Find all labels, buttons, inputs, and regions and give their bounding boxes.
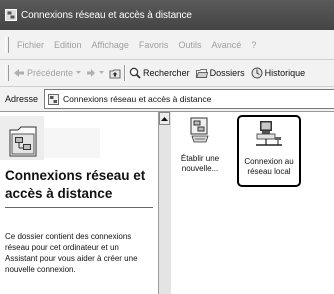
menu-help[interactable]: ? [251,40,256,50]
network-folder-icon [48,93,59,105]
back-label: Précédente [27,68,74,78]
forward-dropdown-icon [99,71,105,74]
history-label: Historique [264,68,306,78]
item-local-area-connection-label: Connexion au réseau local [244,157,294,176]
network-folder-banner-icon [0,116,100,160]
lan-connection-icon [256,121,282,146]
forward-arrow-icon [87,69,96,77]
folders-button[interactable]: Dossiers [195,68,245,79]
folders-label: Dossiers [209,68,245,78]
back-arrow-icon [14,69,24,77]
toolbar: Précédente Rechercher Dossiers Historiqu… [0,60,334,87]
address-input[interactable]: Connexions réseau et accès à distance [44,89,334,109]
toolbar-grip[interactable] [5,65,9,81]
folders-icon [195,68,208,78]
menu-bar: Fichier Edition Affichage Favoris Outils… [0,31,334,60]
address-bar: Adresse Connexions réseau et accès à dis… [0,87,334,112]
title-divider [5,207,153,208]
menu-favoris[interactable]: Favoris [139,40,169,50]
search-label: Rechercher [143,68,190,78]
item-local-area-connection[interactable]: Connexion au réseau local [237,115,301,187]
file-view: Établir une nouvelle... Connexion au rés… [171,112,334,294]
search-icon [129,67,141,79]
back-button[interactable]: Précédente [13,68,82,78]
menu-edition[interactable]: Edition [54,40,82,50]
page-title: Connexions réseau et accès à distance [5,168,146,201]
address-label: Adresse [5,94,39,104]
folder-description: Ce dossier contient des connexions résea… [5,232,138,274]
vertical-scrollbar[interactable] [158,112,171,294]
forward-button[interactable] [86,68,105,78]
menu-outils[interactable]: Outils [178,40,201,50]
search-button[interactable]: Rechercher [129,67,190,79]
new-connection-wizard-icon [190,117,209,143]
item-new-connection-label: Établir une nouvelle... [180,154,220,173]
menubar-grip[interactable] [5,37,9,53]
back-dropdown-icon [76,71,82,74]
window-title: Connexions réseau et accès à distance [21,9,192,21]
title-bar: Connexions réseau et accès à distance [0,0,334,30]
scroll-up-arrow-icon [161,116,168,121]
history-icon [251,67,263,79]
menu-affichage[interactable]: Affichage [92,40,129,50]
network-folder-icon [5,9,17,21]
up-folder-icon [109,69,121,78]
toolbar-separator [124,65,127,81]
menu-fichier[interactable]: Fichier [17,40,44,50]
info-pane: Connexions réseau et accès à distance Ce… [0,112,159,294]
menu-avance[interactable]: Avancé [211,40,241,50]
history-button[interactable]: Historique [251,67,306,79]
scroll-up-button[interactable] [159,112,170,125]
address-value: Connexions réseau et accès à distance [63,94,212,104]
up-folder-button[interactable] [109,68,121,79]
item-new-connection[interactable]: Établir une nouvelle... [173,116,227,174]
